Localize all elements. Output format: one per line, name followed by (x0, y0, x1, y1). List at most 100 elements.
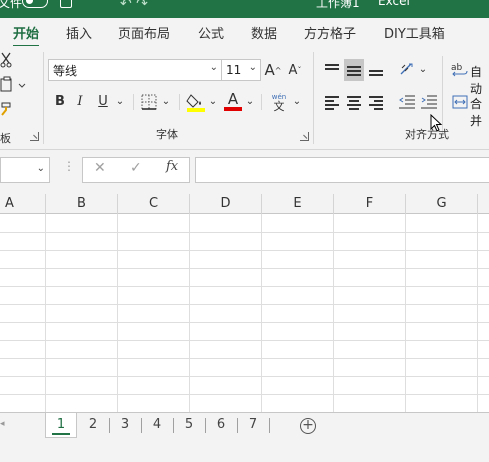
group-divider (43, 52, 44, 144)
clipboard-launcher-icon[interactable] (30, 132, 39, 141)
autosave-toggle[interactable] (22, 0, 48, 8)
column-header-b[interactable]: B (46, 194, 118, 214)
sheet-tab-4[interactable]: 4 (141, 413, 173, 438)
chevron-down-icon[interactable]: ⌄ (37, 163, 45, 174)
column-header-d[interactable]: D (190, 194, 262, 214)
font-launcher-icon[interactable] (300, 132, 309, 141)
gridline (261, 214, 262, 412)
font-color-button[interactable]: A (223, 89, 243, 113)
decrease-indent-icon[interactable] (397, 91, 417, 113)
gridline (189, 214, 190, 412)
ribbon-tabs: 开始 插入 页面布局 公式 数据 方方格子 DIY工具箱 (0, 18, 489, 48)
tab-fangfang[interactable]: 方方格子 (304, 23, 356, 42)
column-header-e[interactable]: E (262, 194, 334, 214)
column-header-a[interactable]: A (0, 194, 46, 214)
svg-text:ab: ab (451, 63, 463, 73)
tab-divider (269, 418, 270, 433)
copy-icon[interactable] (0, 76, 26, 94)
merge-center-icon[interactable] (450, 91, 470, 113)
name-box[interactable]: ⌄ (0, 157, 50, 183)
gridline (333, 214, 334, 412)
undo-icon[interactable]: ↶ ↷ (120, 0, 148, 12)
grow-font-button[interactable]: A ^ (264, 59, 282, 81)
sheet-tab-6[interactable]: 6 (205, 413, 237, 438)
align-top-icon[interactable] (322, 59, 342, 81)
column-header-f[interactable]: F (334, 194, 406, 214)
fill-color-icon[interactable] (186, 91, 206, 113)
tab-formulas[interactable]: 公式 (198, 23, 224, 42)
font-size-select[interactable]: 11 ⌄ (221, 59, 261, 81)
align-left-icon[interactable] (322, 91, 342, 113)
chevron-down-icon[interactable]: ⌄ (417, 59, 429, 79)
app-name: Excel (378, 0, 410, 8)
increase-indent-icon[interactable] (419, 91, 439, 113)
clipboard-group-label: 板 (0, 132, 11, 145)
underline-button[interactable]: U (96, 91, 110, 111)
gridline (117, 214, 118, 412)
gridline (0, 286, 489, 287)
chevron-down-icon[interactable]: ⌄ (114, 91, 126, 111)
chevron-down-icon[interactable]: ⌄ (244, 91, 256, 111)
wrap-text-icon[interactable]: ab (450, 59, 470, 81)
font-size-value: 11 (226, 63, 242, 77)
merge-center-label[interactable]: 合并 (470, 95, 489, 129)
workbook-name: 工作簿1 (316, 0, 360, 10)
sheet-tab-7[interactable]: 7 (237, 413, 269, 438)
align-bottom-icon[interactable] (366, 59, 386, 81)
scroll-left-icon[interactable]: ◂ (0, 419, 5, 429)
italic-button[interactable]: I (73, 91, 87, 111)
bold-button[interactable]: B (53, 91, 67, 111)
group-divider (313, 52, 314, 144)
gridline (0, 340, 489, 341)
divider (261, 94, 262, 110)
insert-function-icon[interactable]: fx (166, 159, 178, 174)
font-group-label: 字体 (156, 128, 178, 141)
align-right-icon[interactable] (366, 91, 386, 113)
tab-data[interactable]: 数据 (251, 23, 277, 42)
chevron-down-icon[interactable]: ⌄ (160, 91, 172, 111)
shrink-font-button[interactable]: Aˇ (286, 59, 304, 81)
tab-home[interactable]: 开始 (13, 23, 40, 48)
column-header-c[interactable]: C (118, 194, 190, 214)
orientation-icon[interactable] (398, 59, 416, 81)
save-icon[interactable] (60, 0, 72, 8)
phonetic-guide-button[interactable]: wén 文 (268, 90, 290, 114)
format-painter-icon[interactable] (0, 100, 14, 116)
sheet-tab-1[interactable]: 1 (45, 413, 77, 438)
sheet-tab-2[interactable]: 2 (77, 413, 109, 438)
gridline (0, 304, 489, 305)
tab-page-layout[interactable]: 页面布局 (118, 23, 170, 42)
more-icon[interactable]: ⋮ (63, 159, 75, 173)
align-middle-icon[interactable] (344, 59, 364, 81)
ribbon: 板 等线 ⌄ 11 ⌄ A ^ Aˇ B I U ⌄ ⌄ ⌄ A ⌄ wén 文 … (0, 46, 489, 150)
borders-icon[interactable] (140, 93, 158, 111)
tab-diy-toolbox[interactable]: DIY工具箱 (384, 23, 445, 42)
chevron-down-icon: ⌄ (248, 62, 257, 73)
gridline (405, 214, 406, 412)
column-header-g[interactable]: G (406, 194, 478, 214)
enter-icon[interactable]: ✓ (130, 160, 142, 176)
sheet-tab-3[interactable]: 3 (109, 413, 141, 438)
grow-font-label: A (264, 61, 275, 79)
add-sheet-icon[interactable]: + (300, 418, 316, 434)
font-name-select[interactable]: 等线 ⌄ (48, 59, 222, 81)
wrap-text-label[interactable]: 自动 (470, 63, 489, 97)
gridline (477, 214, 478, 412)
font-color-swatch (224, 107, 242, 111)
cancel-icon[interactable]: ✕ (94, 160, 106, 176)
formula-input[interactable] (195, 157, 489, 183)
worksheet-grid[interactable]: A B C D E F G (0, 194, 489, 412)
font-name-value: 等线 (53, 63, 78, 78)
font-color-letter: A (227, 90, 239, 108)
chevron-down-icon[interactable]: ⌄ (291, 91, 303, 111)
sheet-tab-5[interactable]: 5 (173, 413, 205, 438)
status-bar (0, 440, 489, 462)
cut-icon[interactable] (0, 52, 14, 68)
tab-insert[interactable]: 插入 (66, 23, 92, 42)
shrink-font-label: A (288, 62, 298, 78)
divider (133, 94, 134, 110)
align-center-icon[interactable] (344, 91, 364, 113)
formula-bar: ⌄ ⋮ ✕ ✓ fx (0, 150, 489, 194)
chevron-down-icon[interactable]: ⌄ (207, 91, 219, 111)
gridline (0, 376, 489, 377)
